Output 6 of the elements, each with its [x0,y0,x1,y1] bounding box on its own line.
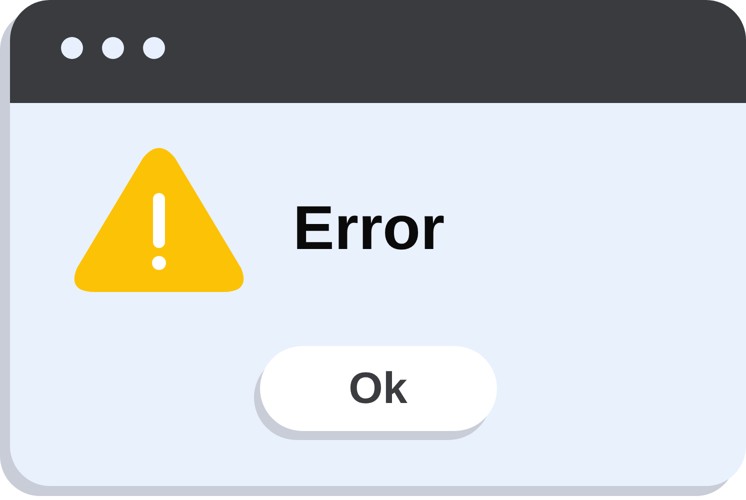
window-control-dot[interactable] [61,36,83,58]
error-message: Error [293,192,445,264]
window-control-dot[interactable] [102,36,124,58]
window-control-dot[interactable] [143,36,165,58]
ok-button[interactable]: Ok [260,346,496,431]
warning-icon [73,148,245,294]
